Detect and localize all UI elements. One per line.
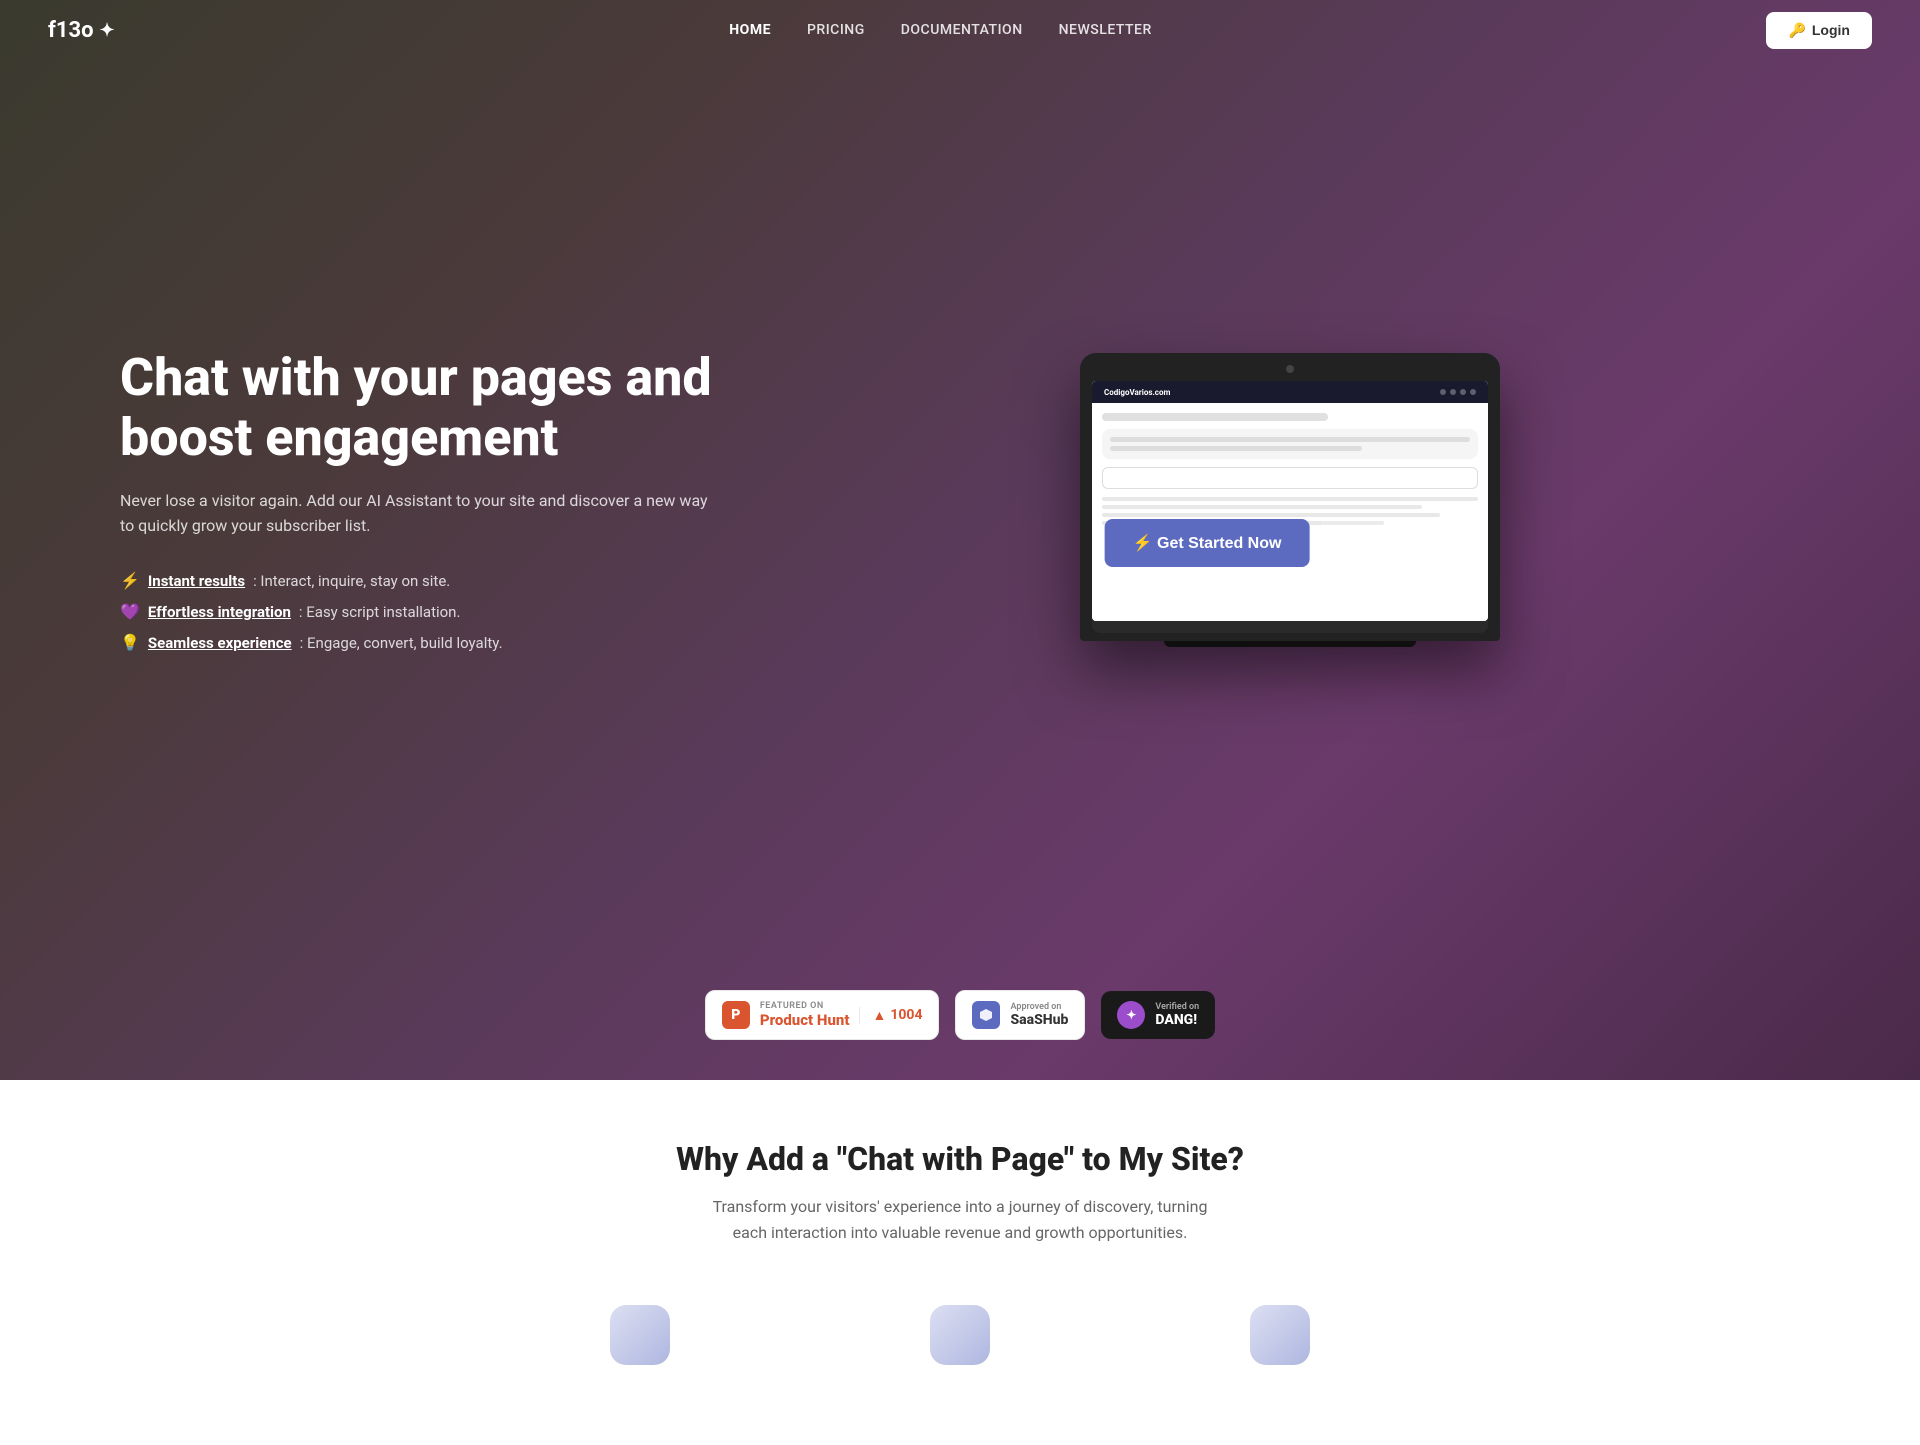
nav-documentation[interactable]: DOCUMENTATION <box>901 22 1023 38</box>
login-label: Login <box>1812 22 1850 38</box>
feature-label-integration: Effortless integration <box>148 603 291 621</box>
dang-name: DANG! <box>1155 1012 1199 1028</box>
card-icon-2 <box>930 1305 990 1365</box>
ph-count-number: 1004 <box>890 1007 922 1023</box>
screen-bar <box>1102 413 1328 421</box>
screen-nav-dot <box>1470 389 1476 395</box>
feature-desc-integration: : Easy script installation. <box>299 603 461 621</box>
login-icon: 🔑 <box>1788 22 1805 39</box>
feature-instant: ⚡ Instant results : Interact, inquire, s… <box>120 571 720 590</box>
feature-seamless: 💡 Seamless experience : Engage, convert,… <box>120 633 720 652</box>
dang-verified-label: Verified on <box>1155 1002 1199 1012</box>
feature-desc-seamless: : Engage, convert, build loyalty. <box>300 634 503 652</box>
laptop-base <box>1092 621 1488 633</box>
screen-nav-dot <box>1440 389 1446 395</box>
saashub-logo-icon <box>972 1001 1000 1029</box>
feature-icon-integration: 💜 <box>120 602 140 621</box>
screen-bubble-line <box>1110 437 1470 442</box>
card-2 <box>820 1305 1100 1365</box>
screen-nav-dot <box>1450 389 1456 395</box>
get-started-button[interactable]: ⚡ Get Started Now <box>1105 519 1310 567</box>
screen-bubble-line <box>1110 446 1362 451</box>
demos-link[interactable]: demos <box>1402 533 1451 552</box>
card-1 <box>500 1305 780 1365</box>
logo-text: f13o <box>48 18 94 43</box>
sh-name: SaaSHub <box>1010 1012 1068 1028</box>
why-section: Why Add a "Chat with Page" to My Site? T… <box>48 1140 1872 1245</box>
screen-input <box>1102 467 1478 489</box>
why-title: Why Add a "Chat with Page" to My Site? <box>48 1140 1872 1178</box>
lower-section: Why Add a "Chat with Page" to My Site? T… <box>0 1080 1920 1445</box>
hero-content: Chat with your pages and boost engagemen… <box>0 0 1920 960</box>
cta-demos-prefix: or view <box>1346 533 1397 552</box>
ph-count: ▲ 1004 <box>859 1007 922 1024</box>
screen-nav <box>1440 389 1476 395</box>
sh-approved-label: Approved on <box>1010 1002 1068 1012</box>
main-nav: HOME PRICING DOCUMENTATION NEWSLETTER <box>729 22 1151 38</box>
screen-text-line <box>1102 513 1440 517</box>
nav-pricing[interactable]: PRICING <box>807 22 865 38</box>
screen-text-line <box>1102 505 1422 509</box>
screen-inner: CodigoVarios.com <box>1092 381 1488 621</box>
card-icon-1 <box>610 1305 670 1365</box>
logo[interactable]: f13o ✦ <box>48 18 115 43</box>
cta-overlay: ⚡ Get Started Now or view demos <box>1105 518 1476 567</box>
hero-section: Chat with your pages and boost engagemen… <box>0 0 1920 1080</box>
ph-arrow-icon: ▲ <box>872 1007 886 1024</box>
badge-saashub[interactable]: Approved on SaaSHub <box>955 990 1085 1040</box>
screen-nav-dot <box>1460 389 1466 395</box>
hero-left: Chat with your pages and boost engagemen… <box>120 348 720 652</box>
header: f13o ✦ HOME PRICING DOCUMENTATION NEWSLE… <box>0 0 1920 60</box>
producthunt-logo-icon: P <box>722 1001 750 1029</box>
login-button[interactable]: 🔑 Login <box>1766 12 1872 49</box>
producthunt-text: FEATURED ON Product Hunt <box>760 1001 850 1029</box>
feature-desc-instant: : Interact, inquire, stay on site. <box>253 572 450 590</box>
card-icon-3 <box>1250 1305 1310 1365</box>
feature-label-instant: Instant results <box>148 572 245 590</box>
screen-text-line <box>1102 497 1478 501</box>
card-3 <box>1140 1305 1420 1365</box>
nav-newsletter[interactable]: NEWSLETTER <box>1059 22 1152 38</box>
hero-title: Chat with your pages and boost engagemen… <box>120 348 720 468</box>
feature-label-seamless: Seamless experience <box>148 634 292 652</box>
laptop-foot <box>1164 641 1416 647</box>
screen-topbar: CodigoVarios.com <box>1092 381 1488 403</box>
ph-featured-label: FEATURED ON <box>760 1001 850 1011</box>
laptop-camera <box>1286 365 1294 373</box>
dang-text: Verified on DANG! <box>1155 1002 1199 1028</box>
hero-right: CodigoVarios.com <box>780 353 1800 647</box>
badge-dang[interactable]: ✦ Verified on DANG! <box>1101 991 1215 1039</box>
nav-home[interactable]: HOME <box>729 22 771 38</box>
laptop-mockup: CodigoVarios.com <box>1080 353 1500 647</box>
ph-name: Product Hunt <box>760 1011 850 1029</box>
dang-logo-icon: ✦ <box>1117 1001 1145 1029</box>
laptop-screen: CodigoVarios.com <box>1092 381 1488 621</box>
feature-icon-seamless: 💡 <box>120 633 140 652</box>
cards-row <box>48 1305 1872 1365</box>
feature-integration: 💜 Effortless integration : Easy script i… <box>120 602 720 621</box>
badge-producthunt[interactable]: P FEATURED ON Product Hunt ▲ 1004 <box>705 990 940 1040</box>
why-subtitle: Transform your visitors' experience into… <box>710 1194 1210 1245</box>
hero-subtitle: Never lose a visitor again. Add our AI A… <box>120 488 720 539</box>
screen-chat-bubble <box>1102 429 1478 459</box>
cta-label: ⚡ Get Started Now <box>1133 533 1282 553</box>
feature-icon-instant: ⚡ <box>120 571 140 590</box>
badges-row: P FEATURED ON Product Hunt ▲ 1004 Approv… <box>0 960 1920 1080</box>
laptop: CodigoVarios.com <box>1080 353 1500 641</box>
features-list: ⚡ Instant results : Interact, inquire, s… <box>120 571 720 652</box>
screen-logo: CodigoVarios.com <box>1104 388 1170 397</box>
logo-sparkle-icon: ✦ <box>100 20 115 41</box>
view-demos-button[interactable]: or view demos <box>1321 518 1475 567</box>
saashub-text: Approved on SaaSHub <box>1010 1002 1068 1028</box>
